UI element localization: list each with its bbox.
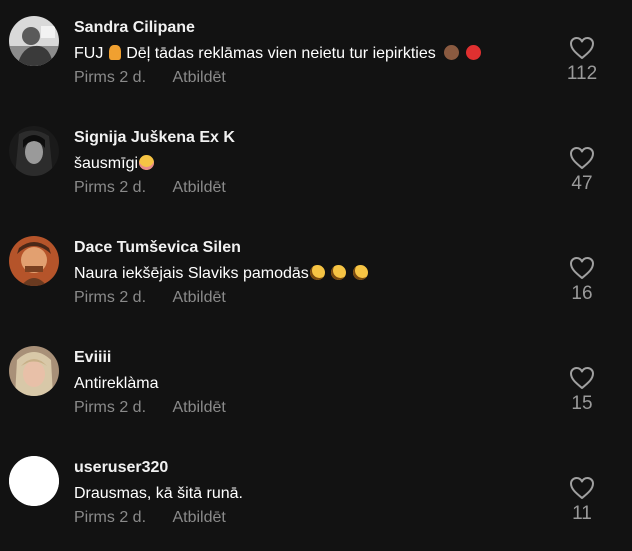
avatar[interactable]: [9, 126, 59, 176]
like-button[interactable]: 16: [560, 256, 604, 305]
like-count: 47: [571, 173, 593, 194]
avatar-photo-icon: [9, 126, 59, 176]
avatar[interactable]: [9, 16, 59, 66]
reply-button[interactable]: Atbildēt: [172, 289, 225, 306]
rolling-laughing-emoji-icon: [331, 265, 347, 280]
angry-face-emoji-icon: [465, 45, 481, 60]
like-count: 11: [572, 503, 592, 524]
comment-list: Sandra Cilipane FUJ Dēļ tādas reklāmas v…: [0, 0, 632, 551]
heart-icon: [570, 257, 594, 279]
comment-text-main: šausmīgi: [74, 155, 139, 172]
comment-username[interactable]: Eviiii: [74, 349, 111, 367]
like-count: 16: [571, 283, 593, 304]
comment-item: Dace Tumševica Silen Naura iekšējais Sla…: [0, 220, 632, 330]
comment-text-main: Drausmas, kā šitā runā.: [74, 485, 243, 502]
avatar[interactable]: [9, 456, 59, 506]
like-count: 112: [566, 63, 598, 84]
comment-username[interactable]: useruser320: [74, 459, 168, 477]
comment-username[interactable]: Sandra Cilipane: [74, 19, 195, 37]
comment-username[interactable]: Dace Tumševica Silen: [74, 239, 241, 257]
comment-time: Pirms 2 d.: [74, 69, 147, 86]
person-emoji-icon: [108, 45, 121, 60]
avatar-placeholder-icon: [9, 456, 59, 506]
like-count: 15: [571, 393, 593, 414]
reply-button[interactable]: Atbildēt: [172, 69, 225, 86]
see-no-evil-monkey-emoji-icon: [444, 45, 460, 60]
flushed-face-emoji-icon: [139, 155, 155, 170]
comment-text: FUJ Dēļ tādas reklāmas vien neietu tur i…: [74, 45, 482, 63]
comment-text: šausmīgi: [74, 155, 155, 173]
like-button[interactable]: 11: [560, 476, 604, 525]
comment-text: Drausmas, kā šitā runā.: [74, 485, 243, 503]
comment-time: Pirms 2 d.: [74, 289, 147, 306]
rolling-laughing-emoji-icon: [352, 265, 368, 280]
avatar[interactable]: [9, 346, 59, 396]
comment-item: Signija Juškena Ex K šausmīgi Pirms 2 d.…: [0, 110, 632, 220]
comment-item: Sandra Cilipane FUJ Dēļ tādas reklāmas v…: [0, 0, 632, 110]
comment-text-main: Naura iekšējais Slaviks pamodās: [74, 265, 309, 282]
comment-username[interactable]: Signija Juškena Ex K: [74, 129, 235, 147]
avatar-photo-icon: [9, 236, 59, 286]
heart-icon: [570, 367, 594, 389]
comment-text: Antireklàma: [74, 375, 158, 393]
comment-meta: Pirms 2 d. Atbildēt: [74, 179, 226, 197]
comment-meta: Pirms 2 d. Atbildēt: [74, 69, 226, 87]
comment-meta: Pirms 2 d. Atbildēt: [74, 399, 226, 417]
comment-time: Pirms 2 d.: [74, 509, 147, 526]
comment-text: Naura iekšējais Slaviks pamodās: [74, 265, 369, 283]
comment-text-main: Antireklàma: [74, 375, 159, 392]
like-button[interactable]: 15: [560, 366, 604, 415]
rolling-laughing-emoji-icon: [309, 265, 325, 280]
comment-text-main: FUJ: [74, 45, 104, 62]
comment-time: Pirms 2 d.: [74, 399, 147, 416]
reply-button[interactable]: Atbildēt: [172, 509, 225, 526]
comment-meta: Pirms 2 d. Atbildēt: [74, 509, 226, 527]
avatar[interactable]: [9, 236, 59, 286]
comment-meta: Pirms 2 d. Atbildēt: [74, 289, 226, 307]
avatar-photo-icon: [9, 346, 59, 396]
comment-time: Pirms 2 d.: [74, 179, 147, 196]
avatar-photo-icon: [9, 16, 59, 66]
comment-item: useruser320 Drausmas, kā šitā runā. Pirm…: [0, 440, 632, 550]
like-button[interactable]: 112: [560, 36, 604, 85]
reply-button[interactable]: Atbildēt: [172, 179, 225, 196]
like-button[interactable]: 47: [560, 146, 604, 195]
heart-icon: [570, 147, 594, 169]
heart-icon: [570, 477, 594, 499]
comment-item: Eviiii Antireklàma Pirms 2 d. Atbildēt 1…: [0, 330, 632, 440]
reply-button[interactable]: Atbildēt: [172, 399, 225, 416]
comment-text-rest: Dēļ tādas reklāmas vien neietu tur iepir…: [126, 45, 436, 62]
heart-icon: [570, 37, 594, 59]
